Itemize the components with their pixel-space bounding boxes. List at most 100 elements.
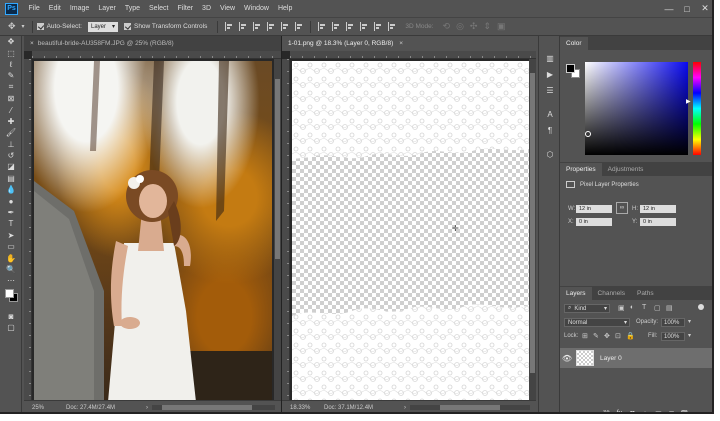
scrollbar-thumb[interactable] [440, 405, 500, 410]
bride-photo-canvas[interactable] [34, 61, 272, 402]
blur-tool-icon[interactable]: 💧 [0, 184, 22, 195]
group-icon[interactable]: ▆ [652, 410, 665, 412]
distribute-bottom-icon[interactable] [345, 22, 355, 31]
horizontal-scrollbar[interactable] [410, 405, 530, 410]
link-layers-icon[interactable]: ⛓ [600, 410, 613, 412]
filter-type-icon[interactable]: T [642, 304, 646, 311]
hue-slider[interactable] [693, 62, 701, 155]
lock-all-icon[interactable]: 🔒 [626, 332, 635, 340]
quick-select-tool-icon[interactable]: ✎ [0, 70, 22, 81]
filter-shape-icon[interactable]: ▢ [654, 304, 661, 312]
layer-filter-dropdown[interactable]: ⌕ Kind ▾ [564, 304, 610, 313]
brush-tool-icon[interactable]: 🖌 [0, 127, 22, 138]
width-field[interactable]: 12 in [576, 205, 612, 213]
y-field[interactable]: 0 in [640, 218, 676, 226]
marquee-tool-icon[interactable]: ⬚ [0, 47, 22, 58]
menu-image[interactable]: Image [65, 5, 93, 12]
new-layer-icon[interactable]: ⊞ [665, 410, 678, 412]
lock-artboard-icon[interactable]: ⊡ [615, 332, 621, 340]
tab-layers[interactable]: Layers [560, 287, 592, 300]
close-tab-icon[interactable]: × [399, 40, 403, 47]
distribute-vcenter-icon[interactable] [331, 22, 341, 31]
align-bottom-icon[interactable] [252, 22, 262, 31]
scrollbar-thumb[interactable] [530, 73, 535, 373]
menu-view[interactable]: View [216, 5, 240, 12]
foreground-color-swatch[interactable] [5, 288, 14, 298]
menu-window[interactable]: Window [240, 5, 274, 12]
blend-mode-dropdown[interactable]: Normal ▾ [564, 318, 630, 327]
adjust-panel-icon[interactable]: ☰ [539, 82, 561, 98]
scrollbar-thumb[interactable] [275, 79, 280, 259]
status-arrow-icon[interactable]: › [146, 405, 148, 411]
trash-icon[interactable]: 🗑 [678, 410, 691, 412]
link-dimensions-button[interactable]: ∞ [616, 202, 628, 214]
pen-tool-icon[interactable]: ✒ [0, 207, 22, 218]
doc-size-info[interactable]: Doc: 27.4M/27.4M [66, 405, 146, 411]
lock-pixels-icon[interactable]: ✎ [593, 332, 599, 340]
type-tool-icon[interactable]: T [0, 218, 22, 229]
align-right-icon[interactable] [294, 22, 304, 31]
maximize-button[interactable]: □ [678, 4, 696, 14]
3d-panel-icon[interactable]: ⬡ [539, 146, 561, 162]
menu-type[interactable]: Type [120, 5, 144, 12]
opacity-field[interactable]: 100% [661, 318, 685, 327]
fx-icon[interactable]: fx [613, 410, 626, 412]
move-tool-icon[interactable]: ✥ [0, 36, 22, 47]
clone-stamp-tool-icon[interactable]: ⊥ [0, 139, 22, 150]
rectangle-tool-icon[interactable]: ▭ [0, 241, 22, 252]
minimize-button[interactable]: — [660, 4, 678, 14]
zoom-level[interactable]: 18.33% [282, 405, 324, 411]
crop-tool-icon[interactable]: ⌗ [0, 82, 22, 93]
tab-adjustments[interactable]: Adjustments [602, 163, 650, 176]
eyedropper-tool-icon[interactable]: ⁄ [0, 104, 22, 115]
tab-channels[interactable]: Channels [592, 287, 631, 300]
align-left-icon[interactable] [266, 22, 276, 31]
filter-smart-icon[interactable]: ▤ [666, 304, 673, 312]
menu-layer[interactable]: Layer [94, 5, 121, 12]
eraser-tool-icon[interactable]: ◪ [0, 161, 22, 172]
gradient-tool-icon[interactable]: ▤ [0, 173, 22, 184]
distribute-right-icon[interactable] [387, 22, 397, 31]
vertical-scrollbar[interactable] [529, 59, 536, 400]
close-tab-icon[interactable]: × [30, 40, 34, 47]
mask-icon[interactable]: ◘ [626, 410, 639, 412]
filter-toggle-icon[interactable] [698, 304, 704, 310]
actions-panel-icon[interactable]: ▶ [539, 66, 561, 82]
path-selection-tool-icon[interactable]: ➤ [0, 230, 22, 241]
auto-select-checkbox[interactable]: Auto-Select: [36, 23, 82, 30]
scrollbar-thumb[interactable] [162, 405, 252, 410]
menu-select[interactable]: Select [145, 5, 173, 12]
fill-field[interactable]: 100% [661, 332, 685, 341]
tab-paths[interactable]: Paths [631, 287, 660, 300]
document-tab-lace[interactable]: 1-01.png @ 18.3% (Layer 0, RGB/8) × [282, 36, 536, 51]
lace-layer-canvas[interactable]: ✛ [292, 61, 530, 402]
horizontal-scrollbar[interactable] [152, 405, 275, 410]
layer-row[interactable]: 👁 Layer 0 [560, 348, 712, 368]
align-horizontal-center-icon[interactable] [280, 22, 290, 31]
menu-help[interactable]: Help [273, 5, 296, 12]
menu-filter[interactable]: Filter [173, 5, 198, 12]
lock-position-icon[interactable]: ✥ [604, 332, 610, 340]
align-vertical-center-icon[interactable] [238, 22, 248, 31]
move-tool-icon[interactable]: ✥ [8, 21, 16, 32]
x-field[interactable]: 0 in [576, 218, 612, 226]
tab-color[interactable]: Color [560, 37, 588, 50]
frame-tool-icon[interactable]: ⊠ [0, 93, 22, 104]
doc-size-info[interactable]: Doc: 37.1M/12.4M [324, 405, 404, 411]
vertical-scrollbar[interactable] [274, 59, 281, 400]
layer-name[interactable]: Layer 0 [600, 355, 622, 362]
status-arrow-icon[interactable]: › [404, 405, 406, 411]
hand-tool-icon[interactable]: ✋ [0, 252, 22, 263]
distribute-left-icon[interactable] [359, 22, 369, 31]
history-brush-tool-icon[interactable]: ↺ [0, 150, 22, 161]
filter-pixel-icon[interactable]: ▣ [618, 304, 625, 312]
history-panel-icon[interactable]: ▥ [539, 50, 561, 66]
lock-transparent-icon[interactable]: ⊞ [582, 332, 588, 340]
distribute-top-icon[interactable] [317, 22, 327, 31]
quick-mask-icon[interactable]: ◙ [0, 311, 22, 322]
opacity-chevron-icon[interactable]: ▾ [688, 318, 691, 325]
tool-preset-chevron-icon[interactable]: ▾ [22, 23, 25, 30]
tab-properties[interactable]: Properties [560, 163, 602, 176]
adjustment-icon[interactable]: ◐ [639, 410, 652, 412]
menu-file[interactable]: File [24, 5, 44, 12]
